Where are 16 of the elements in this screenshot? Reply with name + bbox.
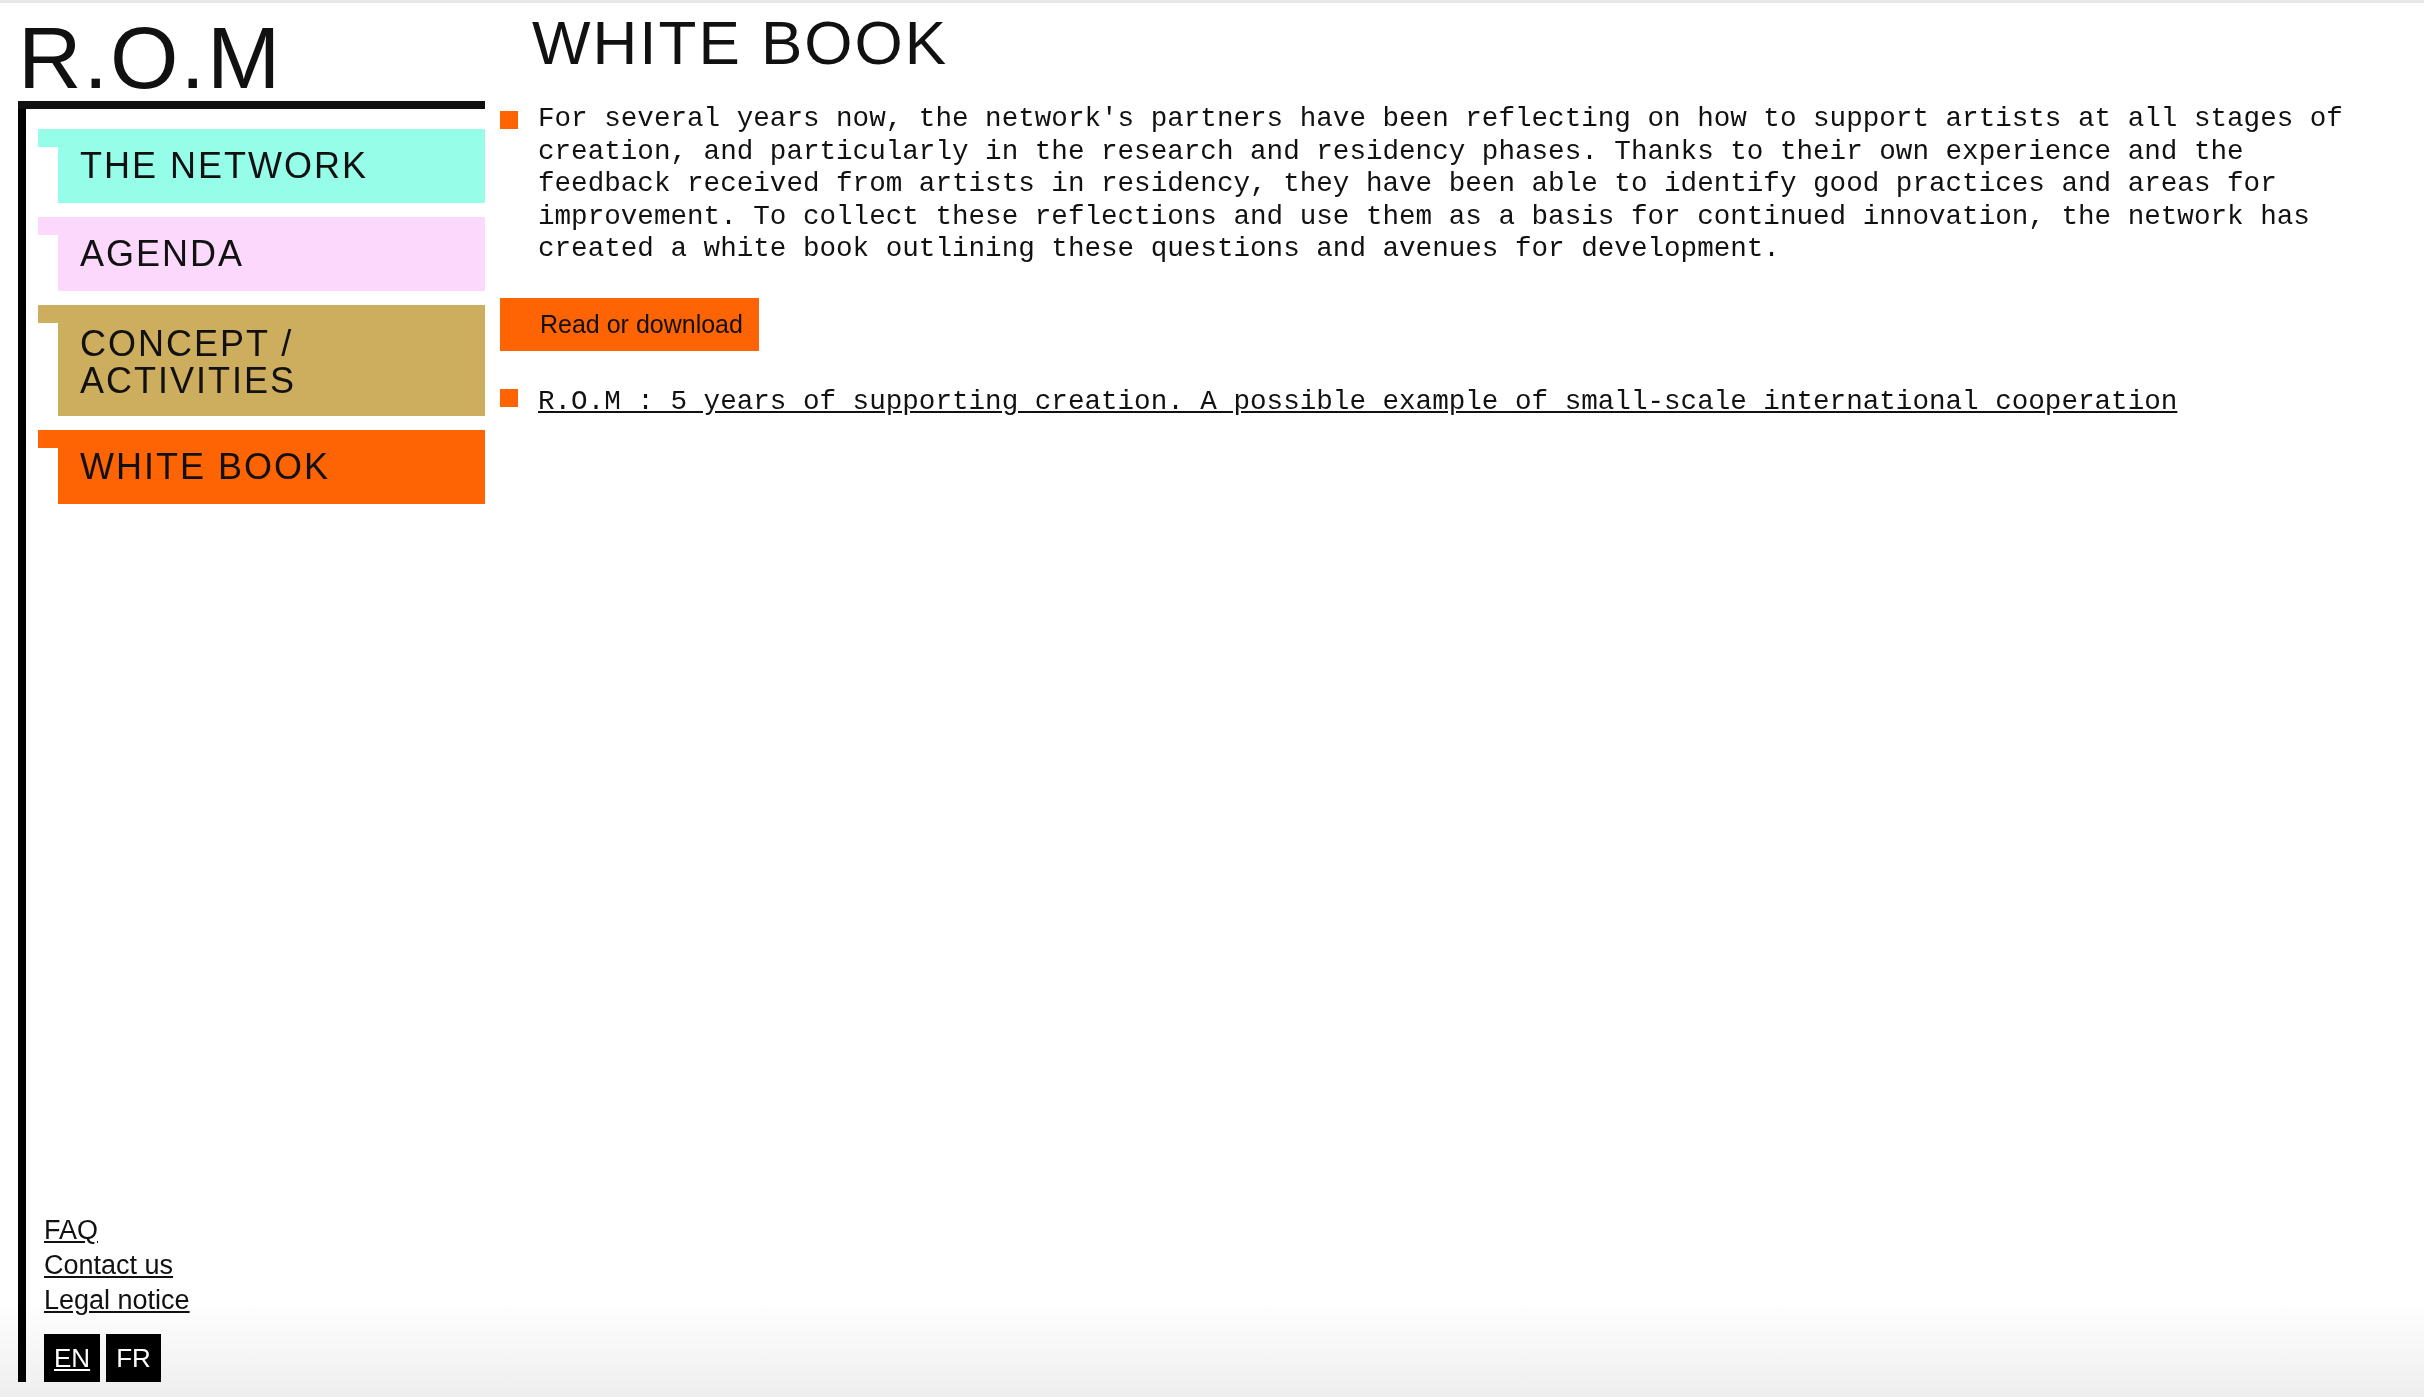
- footer-link[interactable]: Legal notice: [44, 1283, 190, 1318]
- language-button[interactable]: EN: [44, 1334, 101, 1382]
- nav-item[interactable]: WHITE BOOK: [38, 430, 485, 504]
- bullet-icon: [500, 389, 518, 408]
- document-link[interactable]: R.O.M : 5 years of supporting creation. A possible example of small-scale international cooperation: [538, 381, 2178, 423]
- nav-item[interactable]: THE NETWORK: [38, 129, 485, 203]
- language-button[interactable]: FR: [106, 1334, 161, 1382]
- bullet-icon: [500, 111, 518, 130]
- site-logo[interactable]: R.O.M: [18, 15, 485, 109]
- intro-paragraph: For several years now, the network's partners have been reflecting on how to support artists at all stages of creation, and particularly in the research and residency phases. Thanks to their own experience and the feedback received from artists in residency, they have been able to identify good practices and areas for improvement. To collect these reflections and use them as a basis for continued innovation, the network has created a white book outlining these questions and avenues for development.: [538, 103, 2344, 266]
- nav-item[interactable]: CONCEPT / ACTIVITIES: [38, 304, 485, 417]
- nav-item[interactable]: AGENDA: [38, 216, 485, 291]
- footer-link[interactable]: FAQ: [44, 1213, 98, 1248]
- read-download-button[interactable]: Read or download: [500, 297, 759, 352]
- footer-link[interactable]: Contact us: [44, 1248, 174, 1283]
- page-title: WHITE BOOK: [532, 9, 950, 78]
